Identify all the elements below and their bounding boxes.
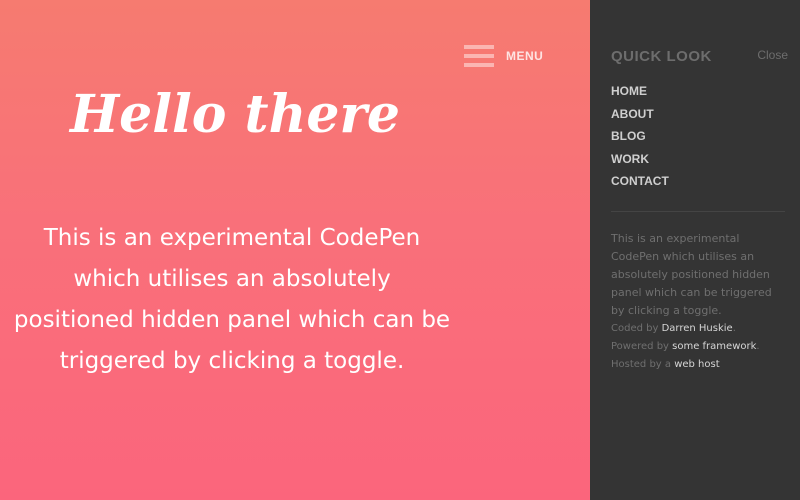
credit-powered-suffix: . [756,341,760,352]
credit-hosted-prefix: Hosted by a [611,359,675,370]
credit-hosted: Hosted by a web host [611,356,760,374]
menu-toggle[interactable]: MENU [464,44,543,68]
panel-description: This is an experimental CodePen which ut… [611,232,772,317]
hamburger-bar [464,63,494,67]
menu-label[interactable]: MENU [506,49,543,63]
host-link[interactable]: web host [674,359,719,370]
author-link[interactable]: Darren Huskie [662,323,733,334]
nav-item-about[interactable]: ABOUT [611,105,669,128]
divider [611,211,785,212]
nav-item-blog[interactable]: BLOG [611,127,669,150]
hamburger-icon[interactable] [464,45,494,67]
nav-item-contact[interactable]: CONTACT [611,172,669,195]
hamburger-bar [464,45,494,49]
credit-coded-suffix: . [732,323,736,334]
credit-coded-prefix: Coded by [611,323,662,334]
credit-powered: Powered by some framework. [611,338,760,356]
hero-description: This is an experimental CodePen which ut… [13,225,451,374]
panel-title: QUICK LOOK [611,48,712,65]
close-button[interactable]: Close [757,48,788,62]
credit-coded: Coded by Darren Huskie. [611,320,760,338]
nav-item-work[interactable]: WORK [611,150,669,173]
page: MENU Hello there This is an experimental… [0,0,800,500]
credits: Coded by Darren Huskie. Powered by some … [611,320,760,374]
nav-item-home[interactable]: HOME [611,82,669,105]
side-panel: QUICK LOOK Close HOME ABOUT BLOG WORK CO… [590,0,800,500]
panel-nav: HOME ABOUT BLOG WORK CONTACT [611,82,669,195]
credit-powered-prefix: Powered by [611,341,673,352]
framework-link[interactable]: some framework [672,341,756,352]
hamburger-bar [464,54,494,58]
main-content: MENU Hello there This is an experimental… [0,0,590,500]
hero-title: Hello there [70,84,400,145]
